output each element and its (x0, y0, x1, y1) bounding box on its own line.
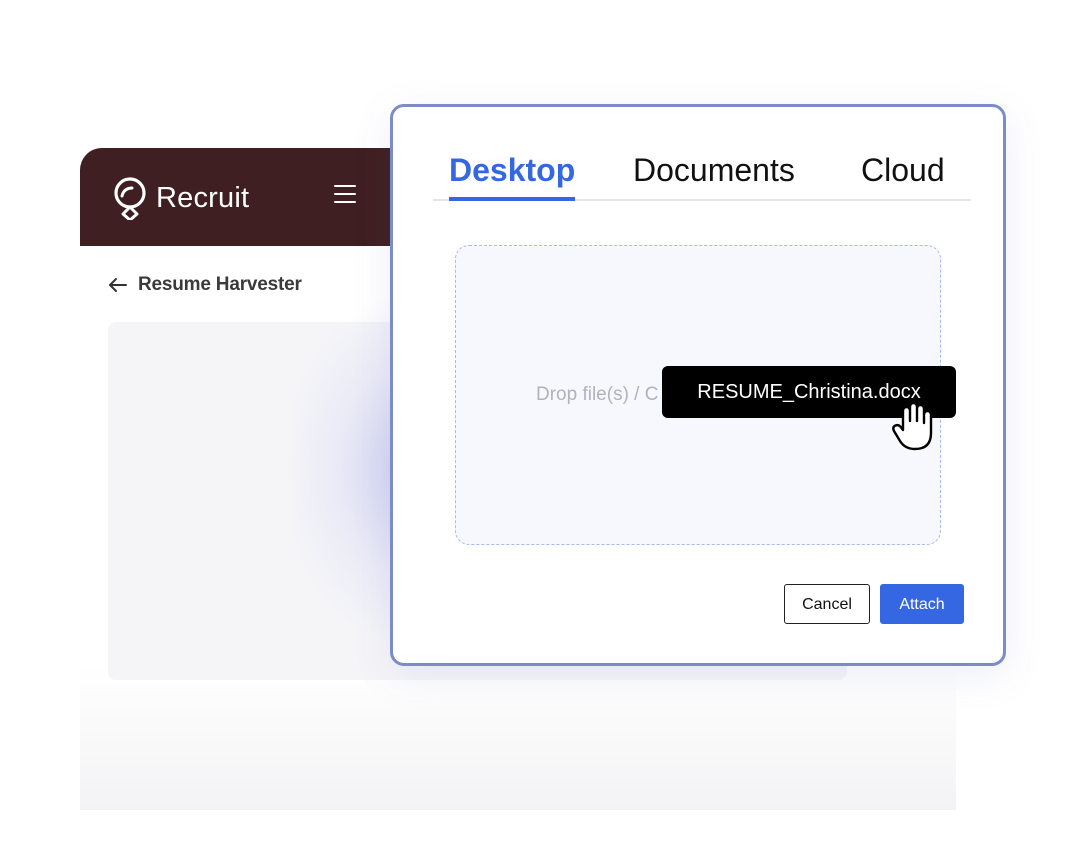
attach-button[interactable]: Attach (880, 584, 964, 624)
recruit-logo-icon (110, 176, 150, 220)
tab-desktop[interactable]: Desktop (449, 151, 576, 201)
cancel-button[interactable]: Cancel (784, 584, 870, 624)
dropzone-hint: Drop file(s) / C (536, 384, 659, 405)
hamburger-menu-icon[interactable] (334, 184, 358, 206)
stage: Recruit Resume Harvester Desktop Documen… (0, 0, 1084, 850)
tab-documents[interactable]: Documents (633, 151, 795, 197)
app-brand-name: Recruit (156, 182, 250, 214)
dragged-file-chip[interactable]: RESUME_Christina.docx (662, 366, 956, 418)
page-title: Resume Harvester (138, 274, 302, 295)
back-arrow-icon (109, 278, 127, 292)
source-tabs: Desktop Documents Cloud (433, 151, 971, 201)
back-link[interactable]: Resume Harvester (108, 272, 302, 298)
tab-cloud[interactable]: Cloud (861, 151, 945, 197)
attach-dialog: Desktop Documents Cloud Drop file(s) / C… (390, 104, 1006, 666)
